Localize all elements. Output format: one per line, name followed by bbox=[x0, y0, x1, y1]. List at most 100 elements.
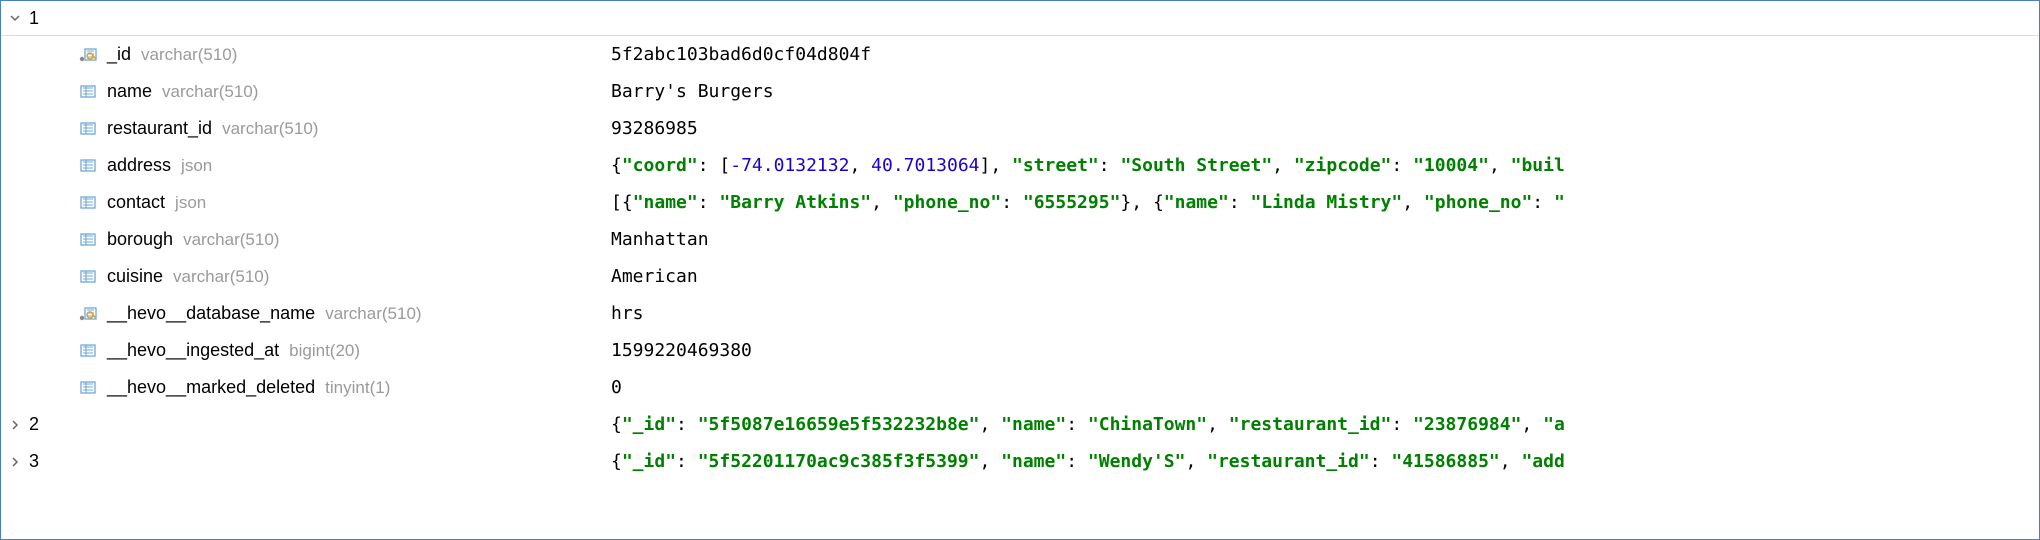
json-punct: : bbox=[1001, 192, 1023, 213]
json-key: "street" bbox=[1012, 155, 1099, 176]
json-string: "Wendy'S" bbox=[1088, 451, 1186, 472]
json-punct: , bbox=[1521, 414, 1543, 435]
column-icon bbox=[77, 192, 99, 214]
field-type: varchar(510) bbox=[183, 230, 279, 250]
field-name: restaurant_id bbox=[107, 118, 212, 139]
record-json-preview[interactable]: {"_id": "5f5087e16659e5f532232b8e", "nam… bbox=[611, 414, 2039, 435]
record-row-2[interactable]: 2 {"_id": "5f5087e16659e5f532232b8e", "n… bbox=[1, 406, 2039, 443]
json-punct: , bbox=[1185, 451, 1207, 472]
json-punct: : bbox=[1370, 451, 1392, 472]
json-key: "restaurant_id" bbox=[1207, 451, 1370, 472]
json-punct: , bbox=[979, 414, 1001, 435]
field-row-borough[interactable]: borough varchar(510) Manhattan bbox=[1, 221, 2039, 258]
json-punct: , bbox=[990, 155, 1012, 176]
json-key: "buil bbox=[1511, 155, 1565, 176]
field-row-hevo-database-name[interactable]: __hevo__database_name varchar(510) hrs bbox=[1, 295, 2039, 332]
field-type: varchar(510) bbox=[173, 267, 269, 287]
json-punct: { bbox=[611, 155, 622, 176]
column-icon bbox=[77, 266, 99, 288]
json-key: "name" bbox=[1001, 414, 1066, 435]
json-string: "Barry Atkins" bbox=[719, 192, 871, 213]
row-number: 2 bbox=[29, 414, 53, 435]
key-column-icon bbox=[77, 44, 99, 66]
json-key: "name" bbox=[1164, 192, 1229, 213]
field-name: address bbox=[107, 155, 171, 176]
json-number: 40.7013064 bbox=[871, 155, 979, 176]
field-row-hevo-marked-deleted[interactable]: __hevo__marked_deleted tinyint(1) 0 bbox=[1, 369, 2039, 406]
row-number: 1 bbox=[29, 8, 53, 29]
json-punct: { bbox=[622, 192, 633, 213]
json-punct: : bbox=[698, 155, 720, 176]
json-number: -74.0132132 bbox=[730, 155, 849, 176]
field-value[interactable]: Manhattan bbox=[611, 229, 2039, 250]
json-key: "phone_no" bbox=[1424, 192, 1532, 213]
key-column-icon bbox=[77, 303, 99, 325]
json-key: "_id" bbox=[622, 414, 676, 435]
field-type: bigint(20) bbox=[289, 341, 360, 361]
json-key: "name" bbox=[1001, 451, 1066, 472]
record-row-3[interactable]: 3 {"_id": "5f52201170ac9c385f3f5399", "n… bbox=[1, 443, 2039, 480]
json-string: "41586885" bbox=[1391, 451, 1499, 472]
row-number: 3 bbox=[29, 451, 53, 472]
json-string: "23876984" bbox=[1413, 414, 1521, 435]
field-value[interactable]: 93286985 bbox=[611, 118, 2039, 139]
json-punct: : bbox=[1391, 414, 1413, 435]
field-row-cuisine[interactable]: cuisine varchar(510) American bbox=[1, 258, 2039, 295]
field-type: json bbox=[181, 156, 212, 176]
column-icon bbox=[77, 155, 99, 177]
json-punct: { bbox=[1153, 192, 1164, 213]
field-name: __hevo__database_name bbox=[107, 303, 315, 324]
field-row-restaurant-id[interactable]: restaurant_id varchar(510) 93286985 bbox=[1, 110, 2039, 147]
field-type: varchar(510) bbox=[222, 119, 318, 139]
json-punct: : bbox=[1532, 192, 1554, 213]
field-name: borough bbox=[107, 229, 173, 250]
field-value[interactable]: 1599220469380 bbox=[611, 340, 2039, 361]
json-punct: , bbox=[871, 192, 893, 213]
json-key: "phone_no" bbox=[893, 192, 1001, 213]
field-type: tinyint(1) bbox=[325, 378, 390, 398]
chevron-right-icon[interactable] bbox=[1, 456, 29, 468]
json-punct: , bbox=[1131, 192, 1153, 213]
field-value[interactable]: American bbox=[611, 266, 2039, 287]
json-key: "a bbox=[1543, 414, 1565, 435]
field-name: __hevo__ingested_at bbox=[107, 340, 279, 361]
record-row-1-header[interactable]: 1 bbox=[1, 1, 2039, 36]
field-value-json[interactable]: {"coord": [-74.0132132, 40.7013064], "st… bbox=[611, 155, 2039, 176]
column-icon bbox=[77, 81, 99, 103]
json-punct: : bbox=[1066, 451, 1088, 472]
chevron-down-icon[interactable] bbox=[1, 12, 29, 24]
json-punct: : bbox=[1229, 192, 1251, 213]
json-key: "_id" bbox=[622, 451, 676, 472]
json-punct: } bbox=[1120, 192, 1131, 213]
json-punct: : bbox=[698, 192, 720, 213]
column-icon bbox=[77, 229, 99, 251]
json-punct: , bbox=[1500, 451, 1522, 472]
field-value[interactable]: hrs bbox=[611, 303, 2039, 324]
json-key: "add bbox=[1521, 451, 1564, 472]
field-row-id[interactable]: _id varchar(510) 5f2abc103bad6d0cf04d804… bbox=[1, 36, 2039, 73]
result-panel: 1 _id varchar(510) 5f2abc103bad6d0cf04d8… bbox=[1, 1, 2039, 480]
json-punct: { bbox=[611, 414, 622, 435]
column-icon bbox=[77, 118, 99, 140]
field-row-name[interactable]: name varchar(510) Barry's Burgers bbox=[1, 73, 2039, 110]
json-punct: , bbox=[849, 155, 871, 176]
record-json-preview[interactable]: {"_id": "5f52201170ac9c385f3f5399", "nam… bbox=[611, 451, 2039, 472]
field-value[interactable]: 0 bbox=[611, 377, 2039, 398]
field-row-contact[interactable]: contact json [{"name": "Barry Atkins", "… bbox=[1, 184, 2039, 221]
json-string: " bbox=[1554, 192, 1565, 213]
field-row-hevo-ingested-at[interactable]: __hevo__ingested_at bigint(20) 159922046… bbox=[1, 332, 2039, 369]
json-string: "5f5087e16659e5f532232b8e" bbox=[698, 414, 980, 435]
json-string: "10004" bbox=[1413, 155, 1489, 176]
field-value[interactable]: Barry's Burgers bbox=[611, 81, 2039, 102]
field-row-address[interactable]: address json {"coord": [-74.0132132, 40.… bbox=[1, 147, 2039, 184]
json-key: "restaurant_id" bbox=[1229, 414, 1392, 435]
field-value-json[interactable]: [{"name": "Barry Atkins", "phone_no": "6… bbox=[611, 192, 2039, 213]
field-type: json bbox=[175, 193, 206, 213]
json-punct: : bbox=[676, 451, 698, 472]
field-name: contact bbox=[107, 192, 165, 213]
json-punct: , bbox=[1489, 155, 1511, 176]
chevron-right-icon[interactable] bbox=[1, 419, 29, 431]
field-value[interactable]: 5f2abc103bad6d0cf04d804f bbox=[611, 44, 2039, 65]
column-icon bbox=[77, 340, 99, 362]
json-punct: , bbox=[1402, 192, 1424, 213]
